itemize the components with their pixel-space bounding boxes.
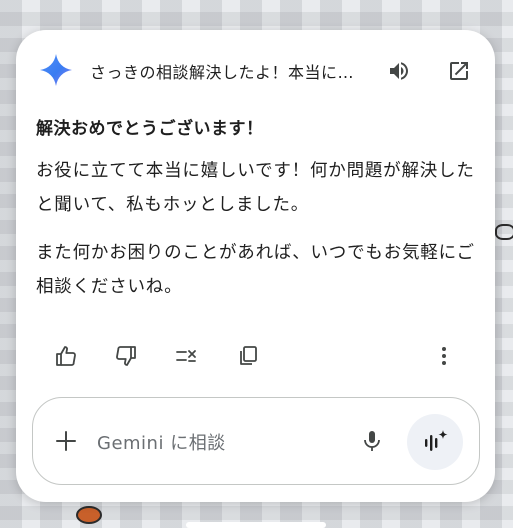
response-content: 解決おめでとうございます！ お役に立てて本当に嬉しいです！何か問題が解決したと聞… <box>36 116 476 318</box>
open-in-new-icon <box>450 62 468 80</box>
gemini-live-icon <box>425 430 448 451</box>
conversation-title[interactable]: さっきの相談解決したよ！本当に助かったよ！ありがとう <box>90 59 364 83</box>
plus-icon <box>56 431 76 451</box>
response-actions <box>16 338 495 374</box>
response-paragraph-2: また何かお困りのことがあれば、いつでもお気軽にご相談くださいね。 <box>36 243 475 297</box>
home-indicator <box>186 522 326 528</box>
background-figure <box>76 506 102 524</box>
modify-response-icon <box>176 350 196 362</box>
thumbs-up-icon <box>56 346 76 366</box>
thumbs-up-button[interactable] <box>48 338 84 374</box>
thumbs-down-icon <box>116 346 136 366</box>
card-header: さっきの相談解決したよ！本当に助かったよ！ありがとう <box>16 30 495 110</box>
prompt-input-box[interactable]: Gemini に相談 <box>32 397 480 485</box>
thumbs-down-button[interactable] <box>108 338 144 374</box>
open-in-app-button[interactable] <box>444 56 474 86</box>
more-vert-icon <box>442 347 446 365</box>
background-scribble <box>495 224 513 240</box>
more-options-button[interactable] <box>426 338 462 374</box>
speaker-icon <box>390 62 408 80</box>
voice-input-button[interactable] <box>355 424 389 458</box>
add-attachment-button[interactable] <box>51 426 81 456</box>
response-paragraph-1: お役に立てて本当に嬉しいです！何か問題が解決したと聞いて、私もホッとしました。 <box>36 161 475 215</box>
gemini-response-card: さっきの相談解決したよ！本当に助かったよ！ありがとう 解決おめでとうございます！… <box>16 30 495 502</box>
mic-icon <box>364 431 380 451</box>
read-aloud-button[interactable] <box>384 56 414 86</box>
copy-icon <box>240 346 257 365</box>
response-greeting: 解決おめでとうございます！ <box>36 119 264 139</box>
modify-response-button[interactable] <box>168 338 204 374</box>
copy-button[interactable] <box>230 338 266 374</box>
prompt-placeholder[interactable]: Gemini に相談 <box>97 429 226 455</box>
gemini-sparkle-icon <box>40 54 72 86</box>
gemini-live-button[interactable] <box>407 414 463 470</box>
